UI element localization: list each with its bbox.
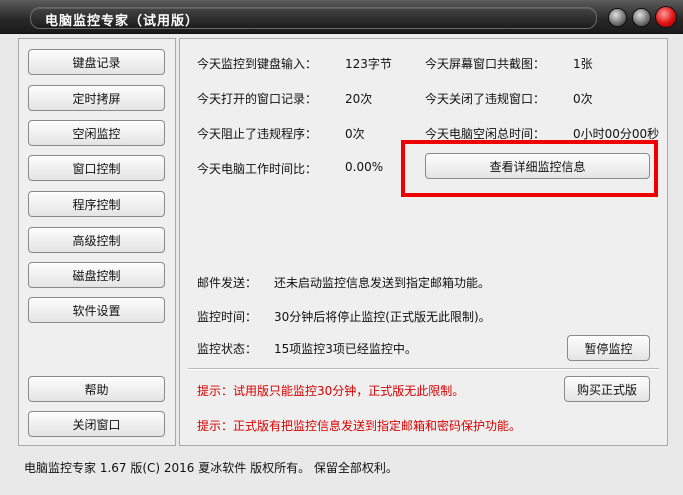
sidebar-item-settings[interactable]: 软件设置 (28, 297, 165, 323)
email-status: 还未启动监控信息发送到指定邮箱功能。 (274, 276, 491, 290)
email-label: 邮件发送： (197, 276, 258, 290)
screenshot-count-value: 1张 (573, 57, 593, 71)
sidebar-item-idle-monitor[interactable]: 空闲监控 (28, 120, 165, 146)
blocked-programs-label: 今天阻止了违规程序： (197, 127, 318, 141)
pause-monitor-button[interactable]: 暂停监控 (567, 335, 650, 361)
help-button[interactable]: 帮助 (28, 376, 165, 402)
close-window-button[interactable]: 关闭窗口 (28, 411, 165, 437)
work-ratio-label: 今天电脑工作时间比： (197, 162, 318, 176)
buy-full-version-button[interactable]: 购买正式版 (564, 376, 650, 402)
pro-feature-notice: 提示：正式版有把监控信息发送到指定邮箱和密码保护功能。 (197, 419, 522, 433)
monitor-time-status: 30分钟后将停止监控(正式版无此限制)。 (274, 310, 491, 324)
blocked-programs-value: 0次 (345, 127, 365, 141)
copyright-footer: 电脑监控专家 1.67 版(C) 2016 夏冰软件 版权所有。 保留全部权利。 (24, 461, 398, 475)
windows-opened-label: 今天打开的窗口记录： (197, 92, 318, 106)
window-title: 电脑监控专家（试用版） (45, 14, 200, 29)
sidebar-item-window-control[interactable]: 窗口控制 (28, 155, 165, 181)
close-icon[interactable] (655, 6, 677, 28)
sidebar-item-timed-screenshot[interactable]: 定时拷屏 (28, 85, 165, 111)
monitor-state-label: 监控状态： (197, 342, 258, 356)
sidebar-item-keyboard-log[interactable]: 键盘记录 (28, 49, 165, 75)
keyboard-input-value: 123字节 (345, 57, 392, 71)
monitor-time-label: 监控时间： (197, 310, 258, 324)
work-ratio-value: 0.00% (345, 160, 384, 174)
highlight-box (401, 140, 658, 197)
minimize-icon[interactable] (608, 8, 627, 27)
windows-opened-value: 20次 (345, 92, 373, 106)
monitor-state-status: 15项监控3项已经监控中。 (274, 342, 417, 356)
windows-closed-value: 0次 (573, 92, 593, 106)
sidebar-item-disk-control[interactable]: 磁盘控制 (28, 262, 165, 288)
title-pill: 电脑监控专家（试用版） (30, 7, 597, 29)
windows-closed-label: 今天关闭了违规窗口： (425, 92, 546, 106)
sidebar-item-program-control[interactable]: 程序控制 (28, 191, 165, 217)
keyboard-input-label: 今天监控到键盘输入： (197, 57, 318, 71)
title-bar[interactable]: 电脑监控专家（试用版） (0, 0, 683, 34)
screenshot-count-label: 今天屏幕窗口共截图： (425, 57, 546, 71)
sidebar: 键盘记录 定时拷屏 空闲监控 窗口控制 程序控制 高级控制 磁盘控制 软件设置 … (18, 38, 176, 446)
sidebar-item-advanced-control[interactable]: 高级控制 (28, 227, 165, 253)
separator (188, 368, 659, 370)
main-panel: 今天监控到键盘输入： 123字节 今天屏幕窗口共截图： 1张 今天打开的窗口记录… (179, 38, 668, 446)
app-window: 电脑监控专家（试用版） 键盘记录 定时拷屏 空闲监控 窗口控制 程序控制 高级控… (0, 0, 683, 495)
trial-notice: 提示：试用版只能监控30分钟，正式版无此限制。 (197, 384, 465, 398)
maximize-icon[interactable] (632, 8, 651, 27)
